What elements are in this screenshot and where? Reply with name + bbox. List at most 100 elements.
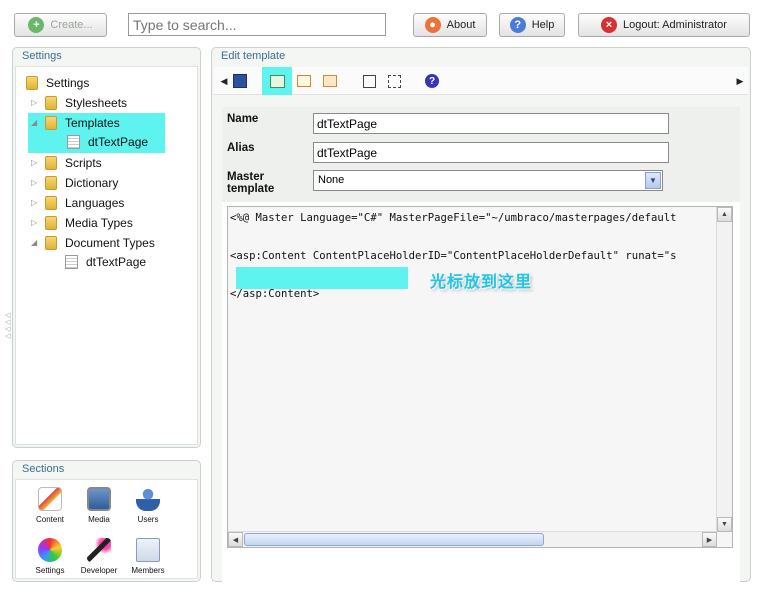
chevron-down-icon[interactable]: ▼ [645,172,661,189]
tree-item-label: Scripts [65,156,102,170]
master-template-select[interactable]: None ▼ [313,170,663,191]
insert-content-area-button[interactable] [320,71,340,91]
settings-icon [38,538,62,562]
about-label: About [446,19,476,31]
about-icon: ● [424,17,441,33]
horizontal-scrollbar[interactable]: ◀ ▶ [228,531,717,547]
section-content[interactable]: Content [28,487,72,524]
content-area-icon [323,75,337,87]
folder-icon [45,216,57,230]
section-users[interactable]: Users [126,487,170,524]
help-button[interactable]: ? Help [499,13,565,37]
media-icon [87,487,111,511]
settings-tree: Settings ▷ Stylesheets ◢ Templates dtTex… [15,66,198,445]
developer-icon [87,538,111,562]
scroll-up-icon[interactable]: ▲ [717,207,732,222]
section-label: Settings [35,566,65,575]
scroll-left-icon[interactable]: ◀ [228,532,243,547]
insert-field-button[interactable] [262,67,292,95]
section-label: Content [35,515,65,524]
section-label: Developer [80,566,118,575]
macro-icon [297,75,311,87]
section-developer[interactable]: Developer [77,538,121,575]
section-settings[interactable]: Settings [28,538,72,575]
tree-item-templates[interactable]: Templates [45,114,120,132]
users-icon [136,487,160,511]
logout-label: Logout: Administrator [623,19,727,31]
alias-field[interactable] [313,142,669,163]
folder-icon [45,176,57,190]
help-icon: ? [425,74,439,88]
insert-field-icon [269,74,285,88]
insert-container-button[interactable] [384,71,404,91]
tree-item-doctype-dttextpage[interactable]: dtTextPage [65,253,146,271]
tree-item-scripts[interactable]: Scripts [45,154,102,172]
alias-label: Alias [227,142,255,154]
section-label: Members [131,566,165,575]
expand-arrow-icon[interactable]: ▷ [31,218,39,227]
code-line[interactable]: <asp:Content ContentPlaceHolderID="Conte… [230,250,676,262]
editor-toolbar: ◀ ? ▶ [214,67,748,95]
members-icon [136,538,160,562]
insert-macro-button[interactable] [294,71,314,91]
code-line[interactable]: </asp:Content> [230,288,319,300]
folder-icon [45,96,57,110]
tree-item-stylesheets[interactable]: Stylesheets [45,94,127,112]
logout-icon: × [601,17,618,33]
code-editor[interactable]: <%@ Master Language="C#" MasterPageFile=… [227,206,733,548]
horizontal-scroll-thumb[interactable] [244,533,544,546]
tree-root-settings[interactable]: Settings [26,74,89,92]
tree-item-label: Media Types [65,216,133,230]
tree-item-template-dttextpage[interactable]: dtTextPage [67,133,148,151]
vertical-scrollbar[interactable]: ▲ ▼ [716,207,732,532]
expand-arrow-icon[interactable]: ▷ [31,178,39,187]
about-button[interactable]: ● About [413,13,487,37]
logout-button[interactable]: × Logout: Administrator [578,13,750,37]
tree-item-label: dtTextPage [88,135,149,149]
tree-item-label: Templates [65,116,120,130]
sections-panel: Sections Content Media Users Settings De… [12,460,201,582]
section-label: Users [137,515,159,524]
toolbar-scroll-right-icon[interactable]: ▶ [730,71,750,91]
help-icon: ? [509,17,526,33]
tree-item-label: Stylesheets [65,96,128,110]
collapse-arrow-icon[interactable]: ◢ [31,238,39,247]
name-label: Name [227,113,259,125]
plus-icon: + [28,17,45,33]
search-input[interactable] [128,13,386,36]
expand-arrow-icon[interactable]: ▷ [31,158,39,167]
container-icon [387,74,401,88]
section-members[interactable]: Members [126,538,170,575]
insert-placeholder-button[interactable] [359,71,379,91]
folder-icon [45,236,57,250]
tree-item-label: Dictionary [65,176,119,190]
help-label: Help [531,19,555,31]
collapse-arrow-icon[interactable]: ◢ [31,118,39,127]
save-button[interactable] [230,71,250,91]
code-line[interactable]: <%@ Master Language="C#" MasterPageFile=… [230,212,676,224]
master-template-value: None [318,174,345,186]
cursor-target-highlight [236,267,408,289]
folder-icon [45,116,57,130]
expand-arrow-icon[interactable]: ▷ [31,198,39,207]
folder-icon [45,156,57,170]
expand-arrow-icon[interactable]: ▷ [31,98,39,107]
tree-item-dictionary[interactable]: Dictionary [45,174,118,192]
section-media[interactable]: Media [77,487,121,524]
sections-panel-title: Sections [22,463,65,475]
name-field[interactable] [313,113,669,134]
scroll-down-icon[interactable]: ▼ [717,517,732,532]
tree-item-label: dtTextPage [86,255,147,269]
folder-icon [26,76,38,90]
content-icon [38,487,62,511]
document-type-icon [65,255,78,269]
scroll-right-icon[interactable]: ▶ [702,532,717,547]
tree-item-document-types[interactable]: Document Types [45,234,155,252]
create-button[interactable]: + Create... [14,13,107,37]
tree-item-media-types[interactable]: Media Types [45,214,133,232]
tree-item-label: Document Types [65,236,155,250]
help-toolbar-button[interactable]: ? [422,71,442,91]
tree-item-languages[interactable]: Languages [45,194,124,212]
splitter-grip-icon[interactable]: ◁ ◁ ◁ ◁ [5,312,10,340]
save-icon [233,74,247,88]
